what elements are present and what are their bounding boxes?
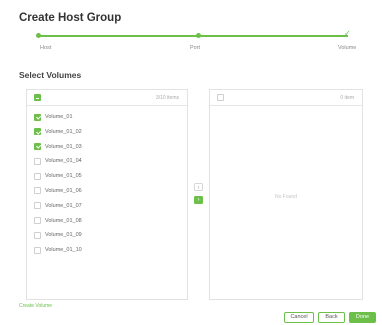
list-item[interactable]: Volume_01_09 [27,228,187,243]
list-item[interactable]: Volume_01_07 [27,199,187,214]
select-all-selected-checkbox[interactable] [217,94,224,101]
step-label-host: Host [40,45,52,51]
step-check-icon: ✓ [344,29,351,38]
volume-name: Volume_01_03 [45,143,82,150]
available-panel-header: 3/10 items [27,90,187,106]
volume-checkbox[interactable] [34,172,41,180]
volume-checkbox[interactable] [34,113,41,121]
step-label-volume: Volume [338,45,357,51]
volume-name: Volume_01_05 [45,173,82,180]
empty-state-text: No Found [275,194,297,200]
volume-name: Volume_01_09 [45,232,82,239]
step-progress-line [38,35,348,37]
create-volume-link[interactable]: Create Volume [19,303,52,309]
list-item[interactable]: Volume_01_02 [27,125,187,140]
move-left-button[interactable]: ‹ [194,183,203,191]
volume-checkbox[interactable] [34,128,41,136]
done-button[interactable]: Done [349,312,376,323]
volume-checkbox[interactable] [34,187,41,195]
list-item[interactable]: Volume_01_03 [27,140,187,155]
section-title: Select Volumes [19,70,82,80]
list-item[interactable]: Volume_01 [27,110,187,125]
selected-volumes-panel: 0 item No Found [209,89,363,300]
selected-count: 0 item [340,95,354,101]
step-label-port: Port [190,45,201,51]
step-dot-port [196,33,201,38]
volume-name: Volume_01_10 [45,247,82,254]
volume-checkbox[interactable] [34,217,41,225]
back-button[interactable]: Back [318,312,345,323]
available-volumes-panel: 3/10 items Volume_01 Volume_01_02 Volume… [26,89,188,300]
list-item[interactable]: Volume_01_08 [27,214,187,229]
list-item[interactable]: Volume_01_04 [27,154,187,169]
available-count: 3/10 items [155,95,179,101]
move-right-button[interactable]: › [194,196,203,204]
volume-name: Volume_01_06 [45,187,82,194]
selected-panel-header: 0 item [210,90,362,106]
volume-name: Volume_01 [45,114,73,120]
cancel-button[interactable]: Cancel [284,312,314,323]
volume-checkbox[interactable] [34,231,41,239]
volume-checkbox[interactable] [34,143,41,151]
list-item[interactable]: Volume_01_06 [27,184,187,199]
volume-name: Volume_01_02 [45,128,82,135]
list-item[interactable]: Volume_01_05 [27,169,187,184]
volume-checkbox[interactable] [34,202,41,210]
step-indicator: ✓ Host Port Volume [0,28,382,58]
volume-checkbox[interactable] [34,157,41,165]
volume-checkbox[interactable] [34,246,41,254]
page-title: Create Host Group [19,12,122,24]
step-dot-host [36,33,41,38]
volume-name: Volume_01_07 [45,202,82,209]
volume-name: Volume_01_04 [45,158,82,165]
volume-name: Volume_01_08 [45,217,82,224]
list-item[interactable]: Volume_01_10 [27,243,187,258]
volume-list: Volume_01 Volume_01_02 Volume_01_03 Volu… [27,106,187,258]
select-all-checkbox[interactable] [34,94,41,101]
